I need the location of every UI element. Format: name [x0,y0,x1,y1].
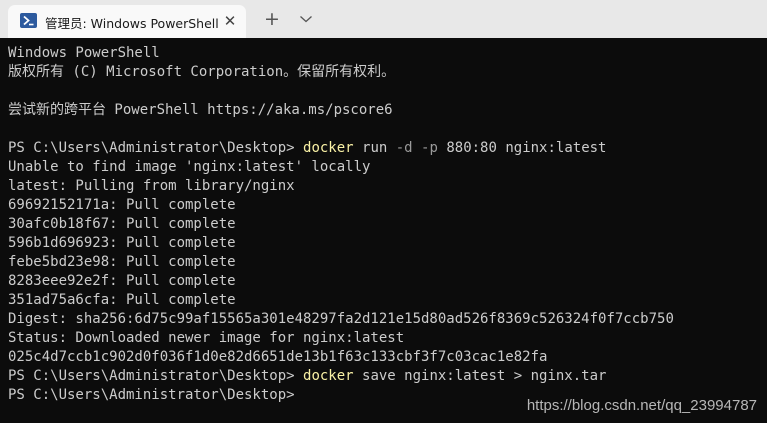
tab-bar: 管理员: Windows PowerShell ✕ + [0,0,767,38]
close-icon[interactable]: ✕ [220,11,240,31]
command-line-save: PS C:\Users\Administrator\Desktop> docke… [8,367,674,386]
prompt: PS C:\Users\Administrator\Desktop> [8,387,304,403]
output-line: latest: Pulling from library/nginx [8,178,295,194]
command-exe: docker [303,368,354,384]
output-line: Digest: sha256:6d75c99af15565a301e48297f… [8,311,674,327]
banner-title: Windows PowerShell [8,45,160,61]
banner-hint: 尝试新的跨平台 PowerShell https://aka.ms/pscore… [8,102,393,118]
new-tab-button[interactable]: + [261,8,283,30]
chevron-down-icon[interactable] [296,9,316,29]
banner-copyright: 版权所有 (C) Microsoft Corporation。保留所有权利。 [8,64,396,80]
output-line: 30afc0b18f67: Pull complete [8,216,236,232]
output-line: Status: Downloaded newer image for nginx… [8,330,405,346]
command-arg: save nginx:latest > nginx.tar [353,368,607,384]
command-arg: 880:80 nginx:latest [437,140,607,156]
tab-title: 管理员: Windows PowerShell [45,16,219,31]
output-line: 69692152171a: Pull complete [8,197,236,213]
terminal-window: 管理员: Windows PowerShell ✕ + Windows Powe… [0,0,767,423]
watermark: https://blog.csdn.net/qq_23994787 [526,397,757,414]
command-exe: docker [303,140,354,156]
command-flag: -p [421,140,438,156]
output-line: Unable to find image 'nginx:latest' loca… [8,159,371,175]
command-line-run: PS C:\Users\Administrator\Desktop> docke… [8,139,674,158]
output-line: 351ad75a6cfa: Pull complete [8,292,236,308]
output-line: febe5bd23e98: Pull complete [8,254,236,270]
output-line: 8283eee92e2f: Pull complete [8,273,236,289]
output-line: 596b1d696923: Pull complete [8,235,236,251]
output-line: 025c4d7ccb1c902d0f036f1d0e82d6651de13b1f… [8,349,548,365]
command-space [413,140,421,156]
terminal-output[interactable]: Windows PowerShell 版权所有 (C) Microsoft Co… [0,38,767,423]
tab-powershell[interactable]: 管理员: Windows PowerShell ✕ [8,5,246,38]
command-arg: run [353,140,396,156]
prompt: PS C:\Users\Administrator\Desktop> [8,140,304,156]
prompt: PS C:\Users\Administrator\Desktop> [8,368,304,384]
command-flag: -d [395,140,413,156]
powershell-icon [20,13,37,28]
